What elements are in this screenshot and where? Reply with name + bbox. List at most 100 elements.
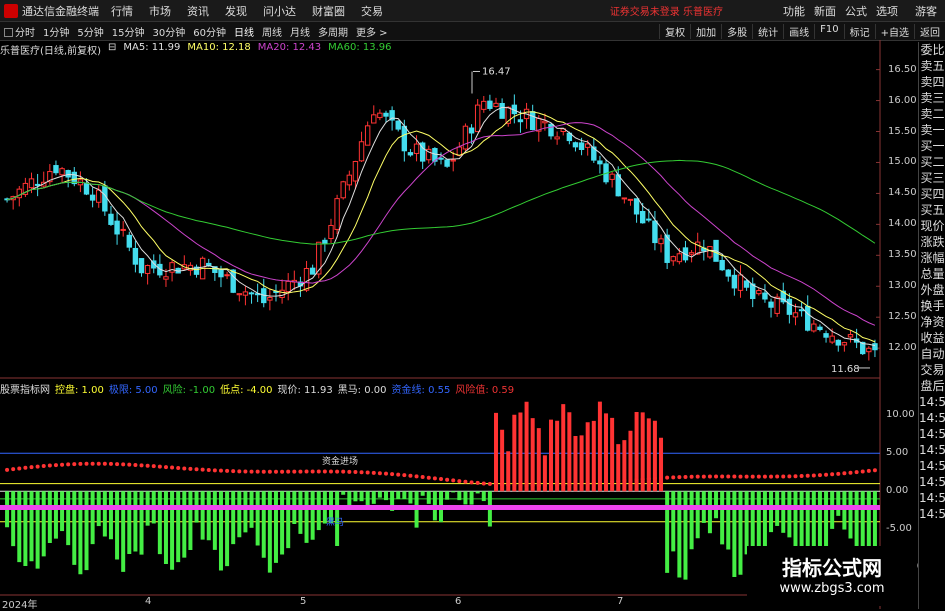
risk-dot xyxy=(549,483,554,488)
period-tab[interactable]: 15分钟 xyxy=(112,24,145,39)
side-label: 买二 xyxy=(920,155,945,169)
risk-dot xyxy=(408,473,413,478)
period-tab[interactable]: 分时 xyxy=(4,24,35,39)
risk-dot xyxy=(542,483,547,488)
menu-markets[interactable]: 市场 xyxy=(149,3,171,19)
candle-body xyxy=(682,247,689,261)
tool-back[interactable]: 返回 xyxy=(914,23,945,39)
risk-dot xyxy=(365,470,370,475)
candle-body xyxy=(401,125,408,152)
tool-draw[interactable]: 画线 xyxy=(783,23,814,39)
watermark-url: www.zbgs3.com xyxy=(779,581,885,596)
risk-dot xyxy=(72,462,77,467)
candle-body xyxy=(688,252,695,255)
menu-trade[interactable]: 交易 xyxy=(361,3,383,19)
period-more[interactable]: 更多 > xyxy=(356,24,388,39)
risk-dot xyxy=(597,480,602,485)
risk-dot xyxy=(842,471,847,476)
checkbox-icon xyxy=(4,27,13,37)
candle-body xyxy=(823,333,829,338)
menu-wealth[interactable]: 财富圈 xyxy=(312,3,345,19)
collapse-icon[interactable]: ⊟ xyxy=(108,42,116,56)
period-tab[interactable]: 1分钟 xyxy=(43,24,69,39)
side-label: 净资 xyxy=(920,315,945,329)
tool-multi[interactable]: 多股 xyxy=(721,23,752,39)
indicator-header: 股票指标网 控盘: 1.00 极限: 5.00 风险: -1.00 低点: -4… xyxy=(0,381,519,396)
risk-dot xyxy=(328,469,333,474)
period-tab[interactable]: 月线 xyxy=(290,24,310,39)
quote-side-panel: 委比 卖五 卖四 卖三 卖二 卖一 买一 买二 买三 买四 买五 现价 涨跌 涨幅 总量 外盘 换手 净资 收益 自动… xyxy=(918,42,945,609)
candle-body xyxy=(847,334,854,338)
menu-layout[interactable]: 新面 xyxy=(814,3,836,19)
risk-dot xyxy=(634,477,639,482)
risk-dot xyxy=(646,476,651,481)
risk-dot xyxy=(536,483,541,488)
ind-item: 极限: 5.00 xyxy=(108,385,158,396)
risk-dot xyxy=(769,474,774,479)
candle-body xyxy=(591,146,597,161)
candle-body xyxy=(615,174,621,197)
candle-body xyxy=(114,220,120,235)
risk-dot xyxy=(249,469,254,474)
risk-dot xyxy=(96,461,101,466)
risk-dot xyxy=(445,477,450,482)
tool-adjust[interactable]: 复权 xyxy=(659,23,690,39)
risk-dot xyxy=(231,469,236,474)
risk-dot xyxy=(225,468,230,473)
risk-dot xyxy=(775,474,780,479)
risk-dot xyxy=(432,476,437,481)
side-label: 盘后 xyxy=(920,379,945,393)
side-label: 卖一 xyxy=(920,123,945,137)
risk-dot xyxy=(377,471,382,476)
menu-discover[interactable]: 发现 xyxy=(225,3,247,19)
candle-body xyxy=(658,238,664,245)
ind-item: 黑马: 0.00 xyxy=(337,385,387,396)
menu-formula[interactable]: 公式 xyxy=(845,3,867,19)
indicator-tick: 10.00 xyxy=(886,409,915,421)
period-tab-active[interactable]: 日线 xyxy=(234,24,254,39)
ind-item: 风险: -1.00 xyxy=(162,385,216,396)
risk-dot xyxy=(286,469,291,474)
menu-news[interactable]: 资讯 xyxy=(187,3,209,19)
guest-user[interactable]: 游客 xyxy=(915,3,937,19)
ind-item: 低点: -4.00 xyxy=(220,385,273,396)
peak-label: 16.47 xyxy=(482,66,511,77)
risk-dot xyxy=(854,470,859,475)
risk-dot xyxy=(218,468,223,473)
risk-dot xyxy=(659,475,664,480)
period-tab[interactable]: 60分钟 xyxy=(193,24,226,39)
indicator-annotation-2: 黑马 xyxy=(326,517,344,528)
tool-f10[interactable]: F10 xyxy=(814,23,843,39)
tool-stats[interactable]: 统计 xyxy=(752,23,783,39)
menu-market[interactable]: 行情 xyxy=(111,3,133,19)
period-tab[interactable]: 多周期 xyxy=(318,24,348,39)
period-tab[interactable]: 30分钟 xyxy=(152,24,185,39)
candle-body xyxy=(175,267,181,274)
risk-dot xyxy=(689,474,694,479)
candle-body xyxy=(77,179,84,186)
menu-ask[interactable]: 问小达 xyxy=(263,3,296,19)
risk-dot xyxy=(726,474,731,479)
period-tab[interactable]: 周线 xyxy=(262,24,282,39)
candle-body xyxy=(621,197,628,200)
login-status[interactable]: 证券交易未登录 乐普医疗 xyxy=(610,3,723,18)
candle-body xyxy=(309,267,316,275)
risk-dot xyxy=(390,472,395,477)
candle-body xyxy=(316,241,322,275)
risk-dot xyxy=(732,474,737,479)
risk-dot xyxy=(84,461,89,466)
risk-dot xyxy=(17,466,22,471)
side-label: 现价 xyxy=(920,219,945,233)
tool-overlay[interactable]: 加加 xyxy=(690,23,721,39)
risk-dot xyxy=(805,473,810,478)
tool-mark[interactable]: 标记 xyxy=(843,23,875,39)
risk-dot xyxy=(102,461,107,466)
risk-dot xyxy=(665,475,670,480)
side-label: 交易 xyxy=(920,363,945,377)
menu-function[interactable]: 功能 xyxy=(783,3,805,19)
ma20-label: MA20: 12.43 xyxy=(257,42,322,53)
candle-body xyxy=(554,136,560,140)
period-tab[interactable]: 5分钟 xyxy=(77,24,103,39)
candle-body xyxy=(261,288,267,304)
ma60-label: MA60: 13.96 xyxy=(328,42,392,53)
